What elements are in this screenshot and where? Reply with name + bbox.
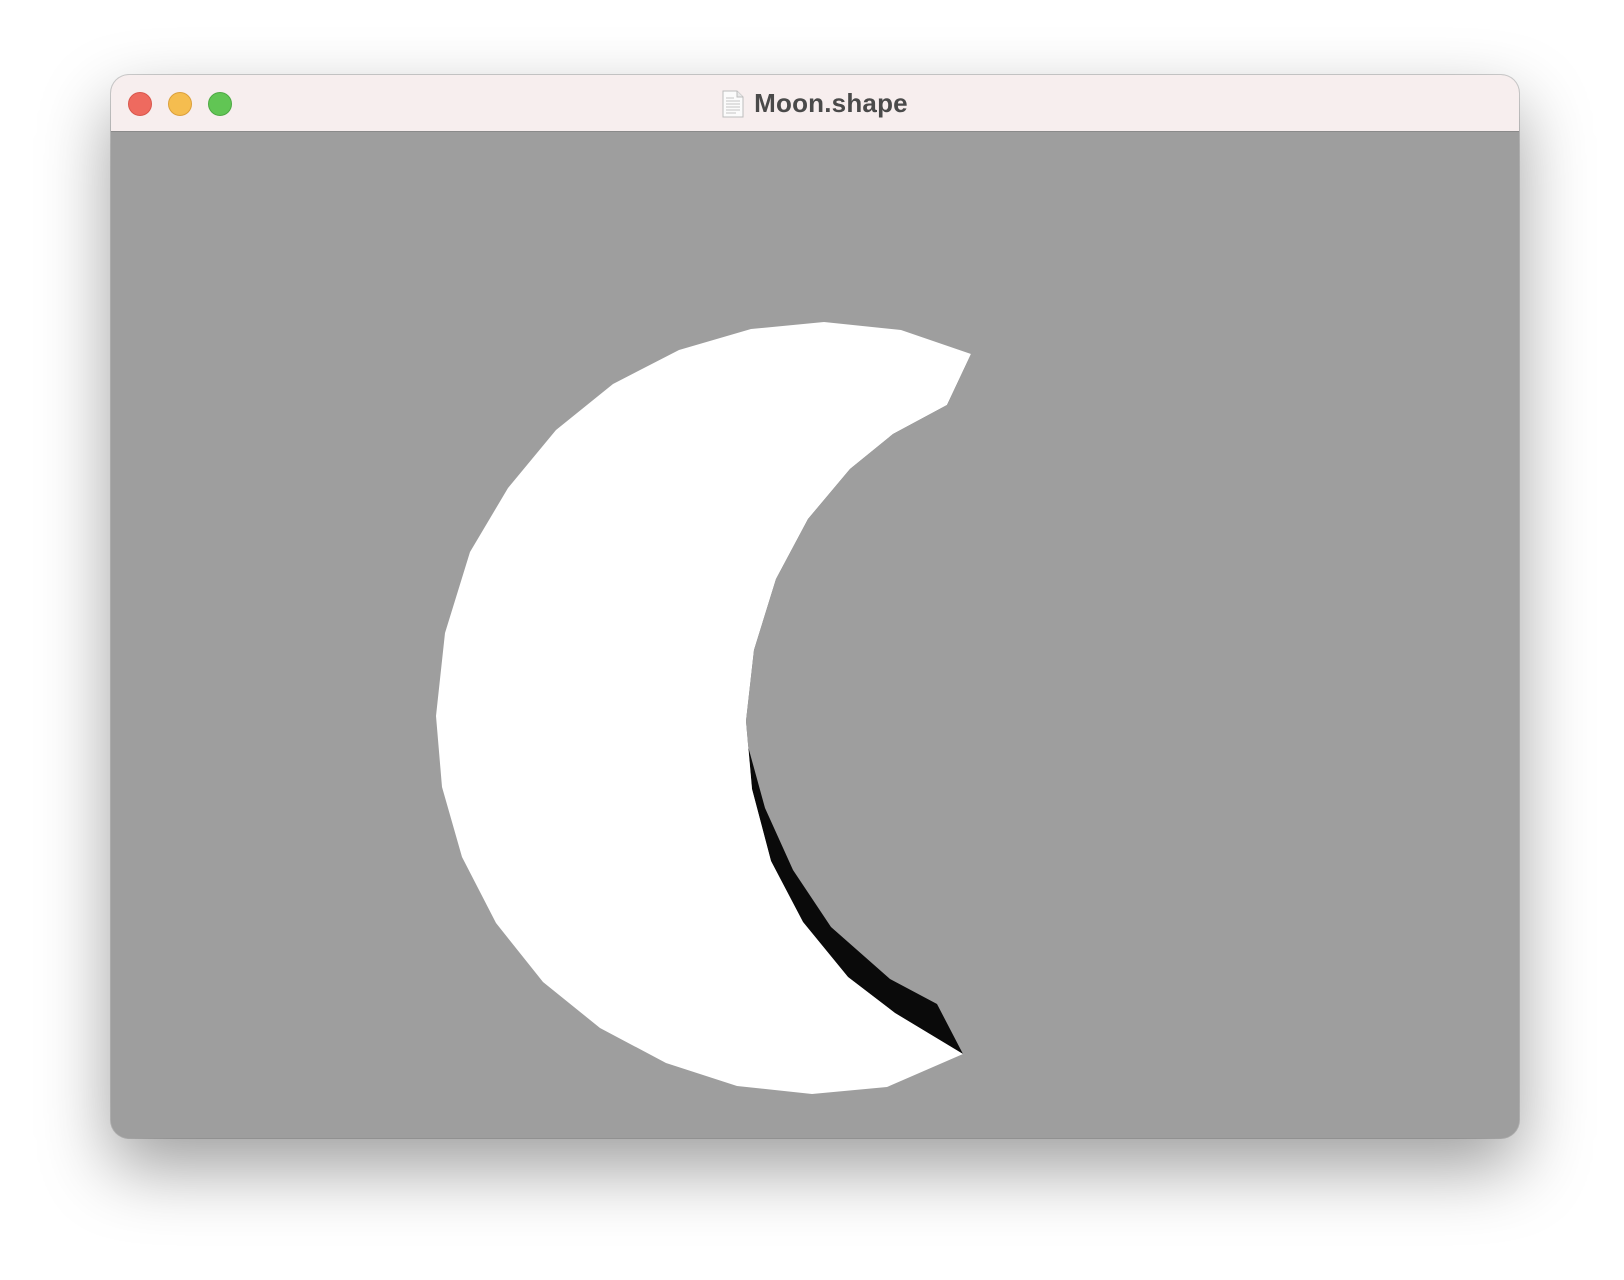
shape-canvas[interactable] [111,132,1519,1138]
moon-shape [436,322,971,1094]
title-bar[interactable]: Moon.shape [111,75,1519,132]
window-title: Moon.shape [754,88,908,118]
window-title-group: Moon.shape [111,75,1519,132]
app-window: Moon.shape [111,75,1519,1138]
moon-drawing [436,322,971,1094]
document-icon [722,90,744,118]
